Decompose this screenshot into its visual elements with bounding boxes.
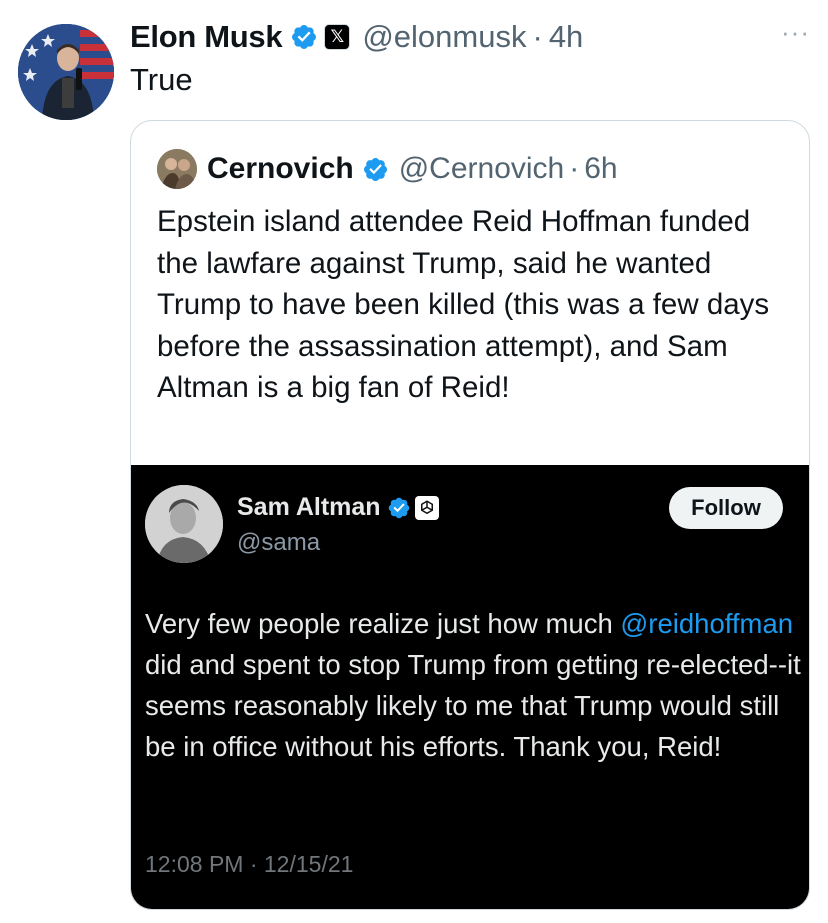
verified-badge-icon [363, 157, 387, 181]
quoted-tweet-text: Epstein island attendee Reid Hoffman fun… [157, 205, 770, 404]
quoted-author-name[interactable]: Cernovich [207, 152, 354, 186]
quoted-avatar[interactable] [157, 149, 197, 189]
quoted-tweet-header: Cernovich @Cernovich · 6h [157, 149, 618, 189]
tweet-header: Elon Musk 𝕏 @elonmusk · 4h [130, 16, 583, 58]
embedded-author-handle: @sama [237, 529, 321, 556]
separator-dot: · [569, 152, 580, 185]
author-handle[interactable]: @elonmusk [362, 19, 526, 55]
quoted-post-time[interactable]: 6h [584, 152, 617, 186]
embedded-tweet-image[interactable]: Sam Altman @sama Follow Very few people … [131, 465, 809, 909]
tweet-text: True [130, 62, 193, 97]
embedded-author-name: Sam Altman [237, 493, 381, 521]
avatar[interactable] [18, 24, 114, 120]
more-options-icon[interactable]: ··· [781, 19, 810, 45]
embedded-name-row: Sam Altman [237, 493, 439, 522]
quoted-author-handle[interactable]: @Cernovich [399, 152, 565, 186]
separator-dot: · [532, 19, 543, 54]
x-logo-icon: 𝕏 [324, 24, 351, 50]
quoted-tweet-card[interactable]: Cernovich @Cernovich · 6h Epstein island… [130, 120, 810, 910]
embedded-timestamp: 12:08 PM · 12/15/21 [145, 851, 354, 877]
embedded-text-start: Very few people realize just how much [145, 608, 621, 639]
embedded-text-end: did and spent to stop Trump from getting… [145, 649, 801, 762]
embedded-avatar [145, 485, 223, 563]
verified-badge-icon [388, 497, 409, 518]
mention-link: @reidhoffman [620, 608, 794, 639]
author-name[interactable]: Elon Musk [130, 19, 283, 55]
post-time[interactable]: 4h [549, 19, 583, 55]
verified-badge-icon [292, 25, 317, 49]
embedded-tweet-text: Very few people realize just how much @r… [145, 603, 805, 767]
openai-logo-icon [414, 495, 439, 520]
follow-button: Follow [669, 487, 783, 529]
tweet-post: Elon Musk 𝕏 @elonmusk · 4h ··· True Cern… [0, 0, 828, 923]
